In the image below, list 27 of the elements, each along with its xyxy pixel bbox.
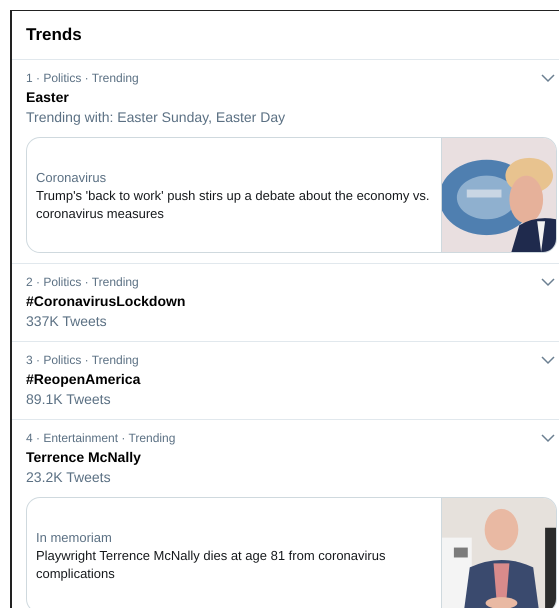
trend-meta: 1 · Politics · Trending xyxy=(26,70,140,87)
trend-item[interactable]: 3 · Politics · Trending #ReopenAmerica 89.1K Tweets xyxy=(12,342,559,420)
card-topic: In memoriam xyxy=(36,528,113,546)
trend-name: #ReopenAmerica xyxy=(26,370,140,389)
trend-name: #CoronavirusLockdown xyxy=(26,292,186,311)
card-headline: Playwright Terrence McNally dies at age 81 from coronavirus complications xyxy=(36,546,386,582)
trend-meta: 4 · Entertainment · Trending xyxy=(26,430,176,447)
trend-detail: Trending with: Easter Sunday, Easter Day xyxy=(26,108,286,127)
trend-detail: 23.2K Tweets xyxy=(26,468,112,487)
chevron-down-icon[interactable] xyxy=(541,356,555,365)
trend-detail: 337K Tweets xyxy=(26,312,108,331)
card-topic: Coronavirus xyxy=(36,168,108,186)
news-card[interactable]: In memoriam Playwright Terrence McNally dies at age 81 from coronavirus complications xyxy=(26,497,557,608)
card-headline: Trump's 'back to work' push stirs up a debate about the economy vs. coronavirus measures xyxy=(36,186,431,222)
trend-item[interactable]: 4 · Entertainment · Trending Terrence McNally 23.2K Tweets In memoriam Playwright Terrence McNally dies at age 81 from coronavirus complications xyxy=(12,420,559,608)
trend-name: Terrence McNally xyxy=(26,448,142,467)
chevron-down-icon[interactable] xyxy=(541,434,555,443)
trend-item[interactable]: 2 · Politics · Trending #CoronavirusLockdown 337K Tweets xyxy=(12,264,559,342)
news-card[interactable]: Coronavirus Trump's 'back to work' push stirs up a debate about the economy vs. coronavirus measures xyxy=(26,137,557,253)
trend-detail: 89.1K Tweets xyxy=(26,390,112,409)
trend-meta: 2 · Politics · Trending xyxy=(26,274,140,291)
chevron-down-icon[interactable] xyxy=(541,278,555,287)
trend-item[interactable]: 1 · Politics · Trending Easter Trending with: Easter Sunday, Easter Day Coronavirus Trump's 'back to work' push stirs up a debate about the economy vs. coronavirus measures xyxy=(12,60,559,264)
panel-title: Trends xyxy=(26,25,82,44)
trend-meta: 3 · Politics · Trending xyxy=(26,352,140,369)
trend-name: Easter xyxy=(26,88,70,107)
chevron-down-icon[interactable] xyxy=(541,74,555,83)
